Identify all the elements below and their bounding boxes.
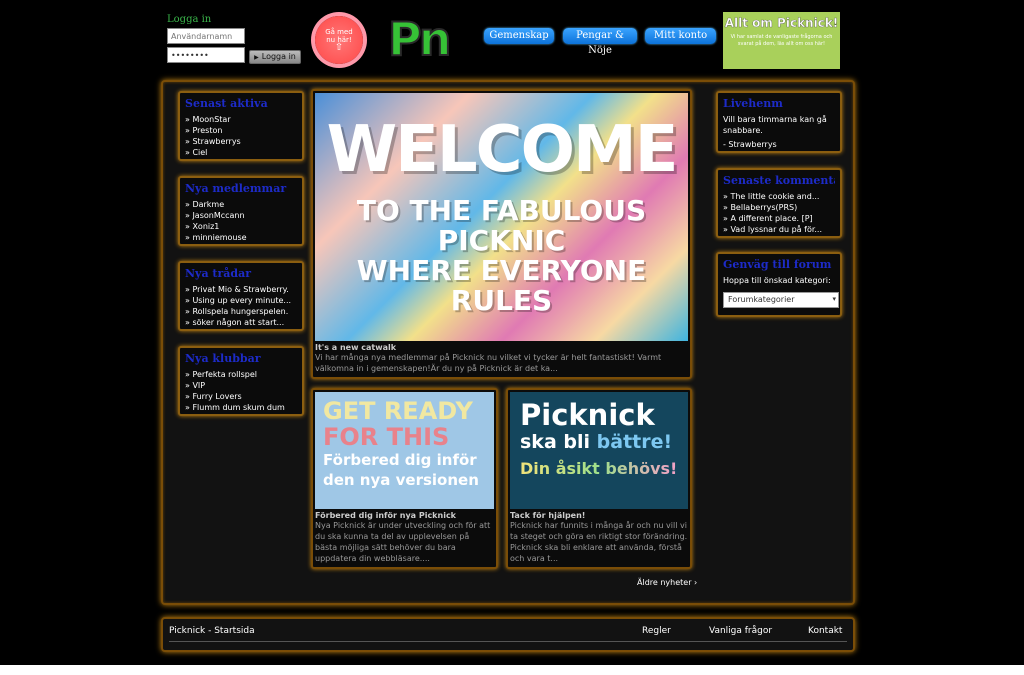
older-news-link[interactable]: Äldre nyheter ›: [637, 578, 697, 587]
list-item[interactable]: » minniemouse: [185, 232, 297, 243]
image-line-3: Din åsikt behövs!: [520, 454, 678, 484]
widget-new-clubs: Nya klubbar » Perfekta rollspel » VIP » …: [178, 346, 304, 416]
widget-title: Genväg till forum: [723, 258, 832, 271]
join-now-badge[interactable]: Gå med nu här! ⇧: [315, 16, 363, 64]
arrow-up-icon: ⇧: [334, 42, 344, 53]
widget-title: Nya klubbar: [185, 352, 261, 365]
password-input[interactable]: [167, 47, 245, 63]
widget-new-members: Nya medlemmar » Darkme » JasonMccann » X…: [178, 176, 304, 246]
username-input[interactable]: [167, 28, 245, 44]
image-line-2a: ska bli: [520, 431, 591, 453]
page-bottom-strip: [0, 665, 1024, 675]
news-description: Vi har många nya medlemmar på Picknick n…: [315, 353, 662, 373]
widget-title: Livehenm: [723, 97, 783, 110]
widget-author[interactable]: - Strawberrys: [723, 139, 835, 150]
news-title[interactable]: Tack för hjälpen!: [510, 511, 688, 520]
list-item[interactable]: » The little cookie and...: [723, 191, 835, 202]
welcome-banner-image[interactable]: WELCOME TO THE FABULOUS PICKNIC WHERE EV…: [315, 93, 688, 341]
widget-title: Senaste kommentarer: [723, 174, 835, 187]
news-right[interactable]: Picknick ska bli bättre! Din åsikt behöv…: [506, 388, 692, 569]
banner-headline: WELCOME: [326, 113, 679, 187]
image-line-1: Picknick: [520, 398, 655, 432]
news-left[interactable]: GET READY FOR THIS Förbered dig inför de…: [311, 388, 498, 569]
banner-subline-2: WHERE EVERYONE RULES: [356, 254, 647, 317]
nav-tab-mitt-konto[interactable]: Mitt konto: [645, 28, 716, 44]
footer-contact-link[interactable]: Kontakt: [808, 626, 842, 636]
list-item[interactable]: » Rollspela hungerspelen.: [185, 306, 297, 317]
footer-divider: [169, 641, 847, 642]
footer-faq-link[interactable]: Vanliga frågor: [709, 626, 772, 636]
news-title[interactable]: Förbered dig inför nya Picknick: [315, 511, 494, 520]
nav-tab-pengar-noje[interactable]: Pengar & Nöje: [563, 28, 637, 56]
image-line-2b: bättre!: [596, 431, 673, 453]
list-item[interactable]: » Vad lyssnar du på för...: [723, 224, 835, 235]
image-line-2: FOR THIS: [323, 423, 450, 451]
list-item[interactable]: » Privat Mio & Strawberry.: [185, 284, 297, 295]
list-item[interactable]: » JasonMccann: [185, 210, 297, 221]
login-button-label: Logga in: [261, 52, 296, 61]
list-item[interactable]: » Darkme: [185, 199, 297, 210]
play-icon: ▶: [254, 54, 259, 61]
main-panel: Senast aktiva » MoonStar » Preston » Str…: [161, 80, 855, 605]
widget-text: Vill bara timmarna kan gå snabbare.: [723, 115, 827, 135]
get-ready-image[interactable]: GET READY FOR THIS Förbered dig inför de…: [315, 392, 494, 509]
forum-category-select[interactable]: Forumkategorier ▾: [723, 292, 839, 308]
list-item[interactable]: » Using up every minute...: [185, 295, 297, 306]
widget-livehenm: Livehenm Vill bara timmarna kan gå snabb…: [716, 91, 842, 153]
list-item[interactable]: » A different place. [P]: [723, 213, 835, 224]
footer: Picknick - Startsida Regler Vanliga fråg…: [161, 617, 855, 652]
widget-new-threads: Nya trådar » Privat Mio & Strawberry. » …: [178, 261, 304, 331]
footer-rules-link[interactable]: Regler: [642, 626, 671, 636]
news-main[interactable]: WELCOME TO THE FABULOUS PICKNIC WHERE EV…: [311, 89, 692, 379]
news-description: Nya Picknick är under utveckling och för…: [315, 521, 491, 563]
image-line-4: den nya versionen: [323, 471, 479, 489]
list-item[interactable]: » Preston: [185, 125, 297, 136]
image-line-1: GET READY: [323, 397, 473, 425]
widget-title: Nya trådar: [185, 267, 252, 280]
news-title[interactable]: It's a new catwalk: [315, 343, 688, 352]
news-description: Picknick har funnits i många år och nu v…: [510, 521, 688, 563]
list-item[interactable]: » MoonStar: [185, 114, 297, 125]
chevron-down-icon: ▾: [832, 295, 836, 303]
select-value: Forumkategorier: [728, 295, 795, 304]
widget-title: Senast aktiva: [185, 97, 268, 110]
list-item[interactable]: » Ciel: [185, 147, 297, 158]
image-line-3: Förbered dig inför: [323, 451, 477, 469]
list-item[interactable]: » VIP: [185, 380, 297, 391]
widget-text: Hoppa till önskad kategori:: [723, 276, 831, 285]
list-item[interactable]: » Furry Lovers: [185, 391, 297, 402]
list-item[interactable]: » Flumm dum skum dum: [185, 402, 297, 413]
join-line1: Gå med: [325, 28, 353, 36]
picknick-better-image[interactable]: Picknick ska bli bättre! Din åsikt behöv…: [510, 392, 688, 509]
login-form: Logga in ▶Logga in: [167, 14, 307, 66]
image-line-2: ska bli bättre!: [520, 430, 678, 454]
list-item[interactable]: » Bellaberrys(PRS): [723, 202, 835, 213]
about-ad-banner[interactable]: Allt om Picknick! Vi har samlat de vanli…: [723, 12, 840, 69]
ad-title: Allt om Picknick!: [724, 16, 839, 30]
footer-home-link[interactable]: Picknick - Startsida: [169, 626, 255, 636]
login-title: Logga in: [167, 14, 212, 25]
list-item[interactable]: » Strawberrys: [185, 136, 297, 147]
widget-title: Nya medlemmar: [185, 182, 287, 195]
login-button[interactable]: ▶ Logga in: [249, 50, 301, 64]
ad-text: Vi har samlat de vanligaste frågorna och…: [730, 34, 833, 47]
site-logo[interactable]: Pn: [387, 11, 453, 67]
widget-forum-shortcut: Genväg till forum Hoppa till önskad kate…: [716, 252, 842, 317]
banner-subline-1: TO THE FABULOUS PICKNIC: [356, 194, 647, 257]
list-item[interactable]: » Xoniz1: [185, 221, 297, 232]
widget-recently-active: Senast aktiva » MoonStar » Preston » Str…: [178, 91, 304, 161]
nav-tab-gemenskap[interactable]: Gemenskap: [484, 28, 554, 44]
widget-latest-comments: Senaste kommentarer » The little cookie …: [716, 168, 842, 238]
list-item[interactable]: » söker någon att start...: [185, 317, 297, 328]
list-item[interactable]: » Perfekta rollspel: [185, 369, 297, 380]
